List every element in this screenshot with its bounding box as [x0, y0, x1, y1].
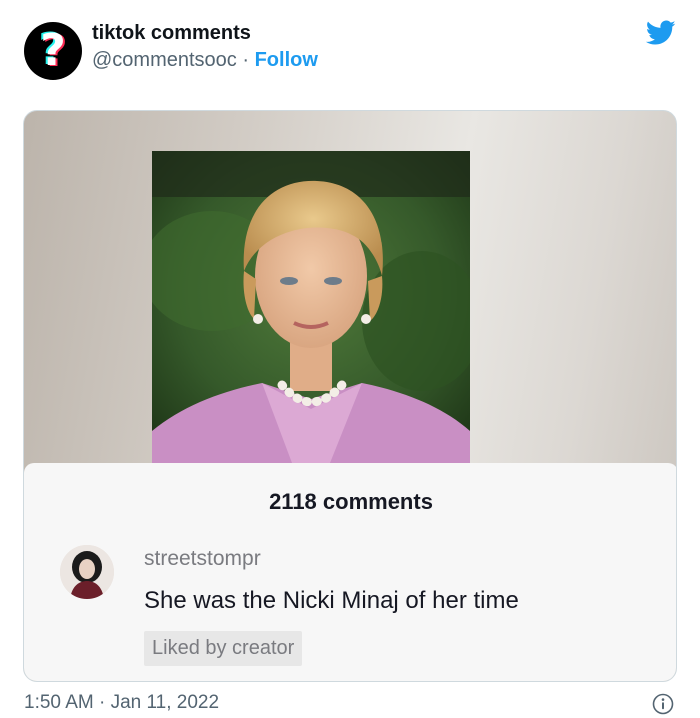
- tweet-card: ??? tiktok comments @commentsooc · Follo…: [0, 0, 700, 718]
- handle-row: @commentsooc · Follow: [92, 49, 318, 72]
- comments-panel: 2118 comments streetstompr She was the N…: [24, 463, 676, 681]
- comments-count: 2118 comments: [269, 489, 433, 514]
- account-handle[interactable]: @commentsooc: [92, 49, 237, 71]
- portrait-photo: [152, 151, 470, 463]
- info-icon[interactable]: [652, 693, 674, 715]
- account-avatar[interactable]: ???: [24, 22, 82, 80]
- commenter-avatar[interactable]: [60, 545, 114, 599]
- liked-by-creator-badge: Liked by creator: [144, 631, 303, 666]
- tweet-media[interactable]: 2118 comments streetstompr She was the N…: [23, 110, 677, 682]
- tweet-timestamp[interactable]: 1:50 AM · Jan 11, 2022: [24, 692, 219, 714]
- display-name[interactable]: tiktok comments: [92, 22, 251, 45]
- comment-username[interactable]: streetstompr: [144, 547, 261, 571]
- twitter-bird-icon[interactable]: [646, 20, 676, 46]
- separator: ·: [236, 49, 255, 71]
- question-mark-icon: ???: [38, 24, 68, 77]
- follow-button[interactable]: Follow: [255, 49, 318, 71]
- comment-text: She was the Nicki Minaj of her time: [144, 587, 519, 614]
